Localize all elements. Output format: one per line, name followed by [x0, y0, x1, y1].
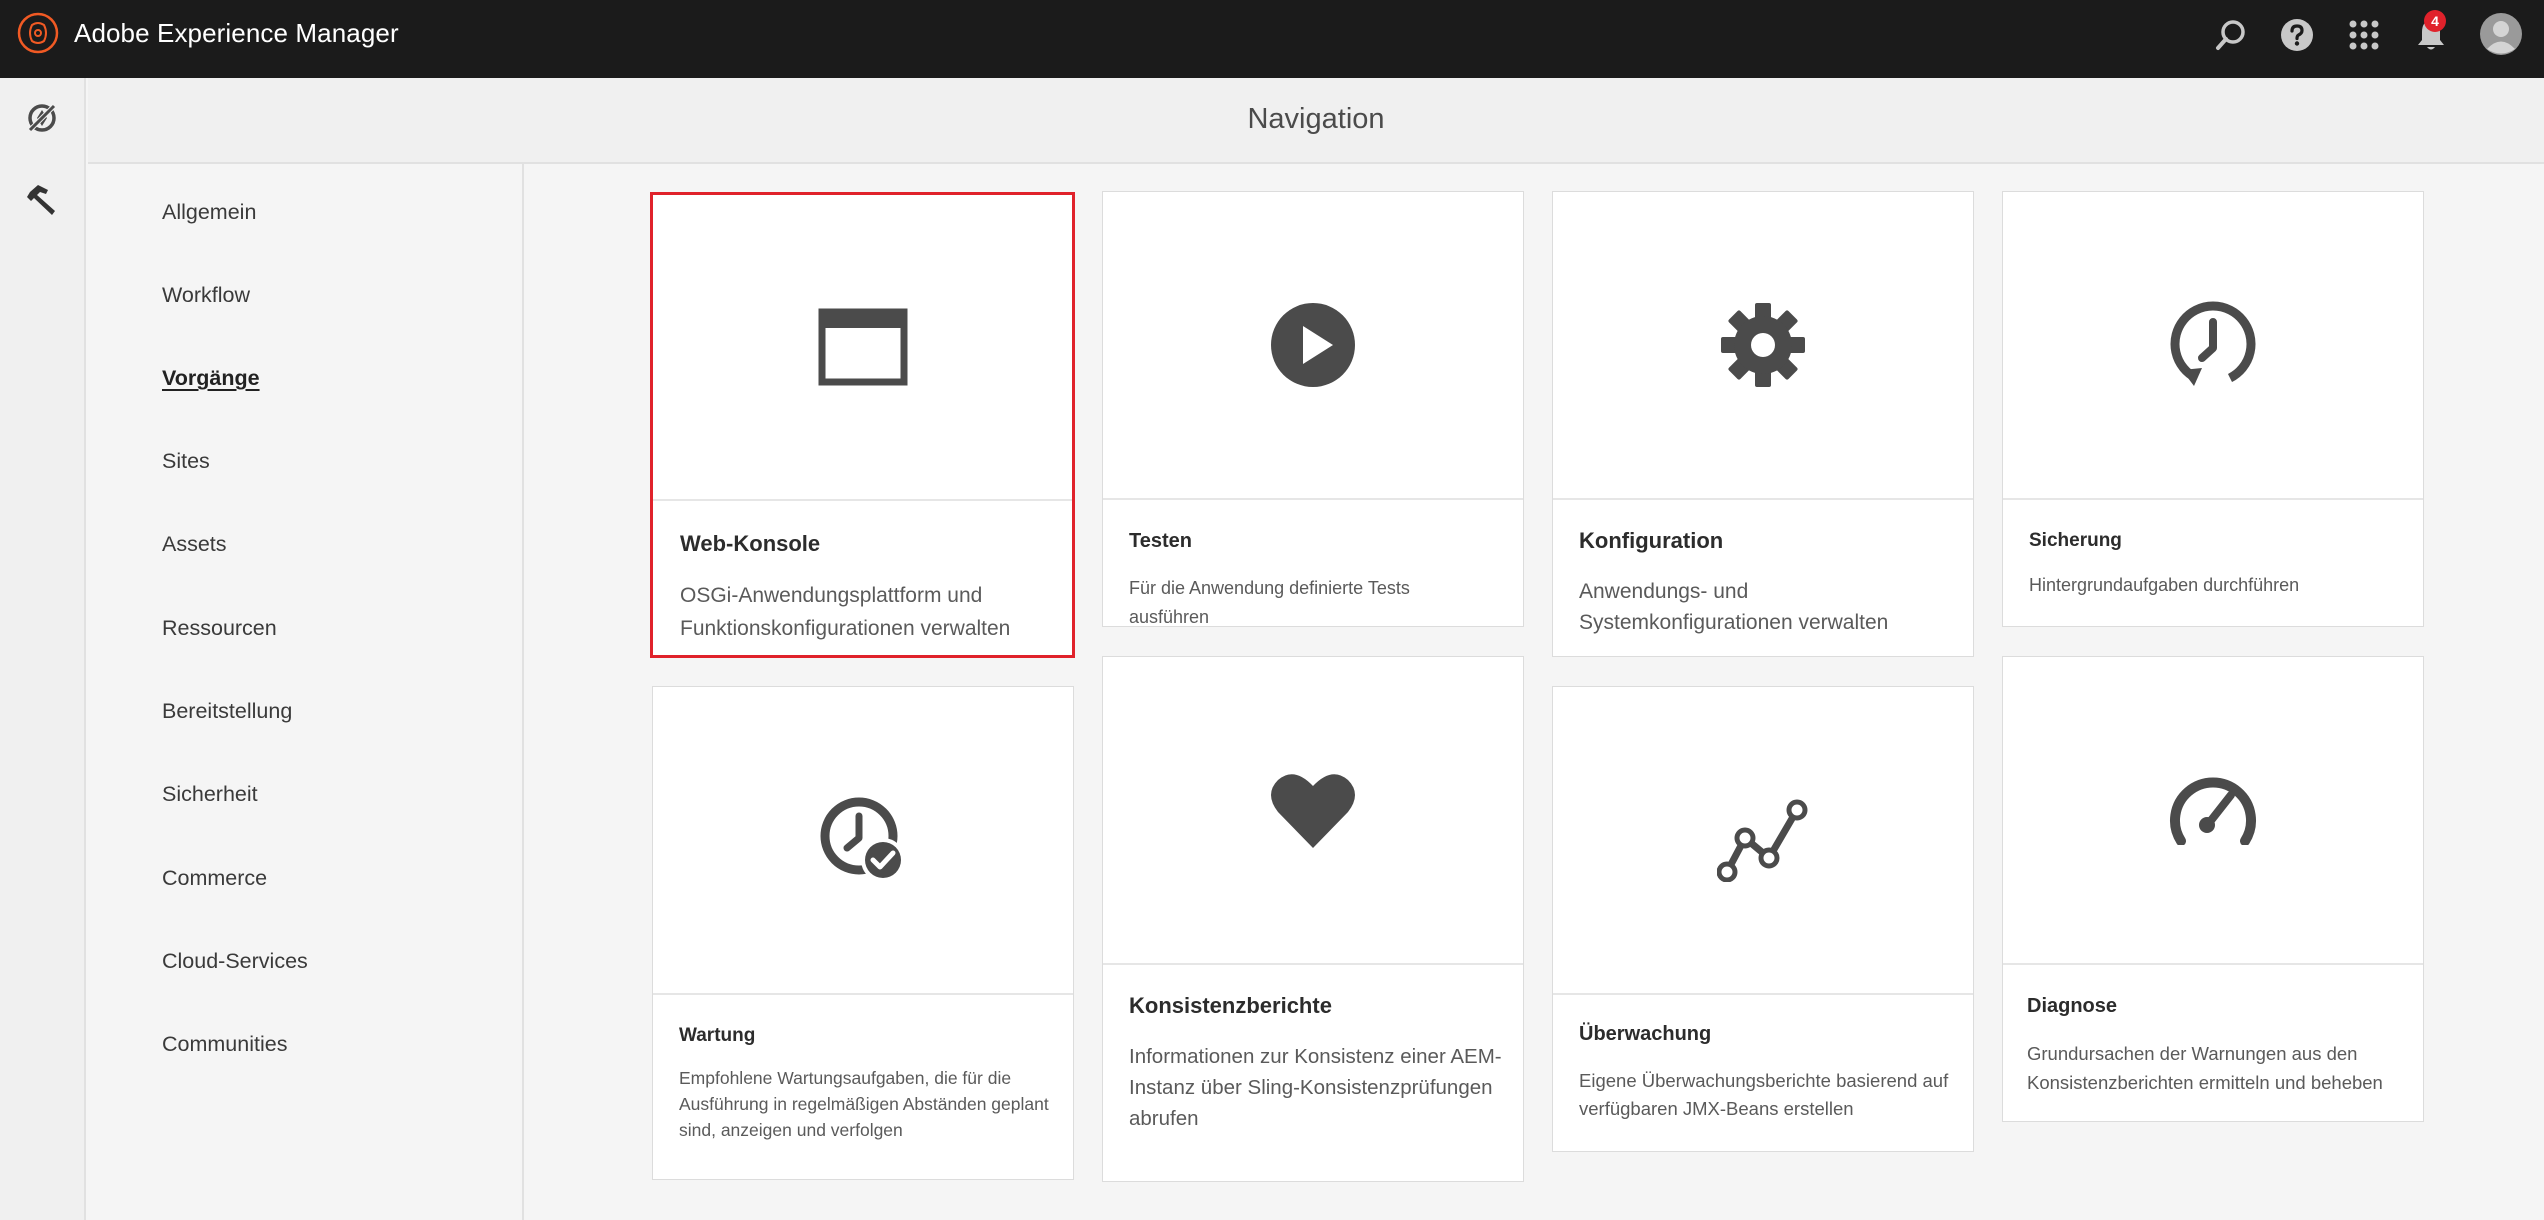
left-rail [0, 78, 86, 1220]
solutions-grid-icon[interactable] [2341, 12, 2387, 58]
card-konfiguration[interactable]: Konfiguration Anwendungs- und Systemkonf… [1552, 191, 1974, 657]
tools-hammer-icon[interactable] [18, 176, 66, 224]
card-description: OSGi-Anwendungsplattform und Funktionsko… [680, 584, 1011, 640]
maintenance-clock-check-icon [817, 794, 909, 886]
speedometer-icon [2169, 775, 2257, 845]
card-title: Überwachung [1579, 1023, 1712, 1045]
card-thumbnail [653, 687, 1073, 995]
card-thumbnail [1553, 687, 1973, 995]
search-icon[interactable] [2208, 12, 2254, 58]
app-title: Adobe Experience Manager [74, 18, 399, 48]
user-avatar-icon[interactable] [2477, 10, 2525, 58]
card-wartung[interactable]: Wartung Empfohlene Wartungsaufgaben, die… [652, 686, 1074, 1180]
card-thumbnail [1103, 192, 1523, 500]
card-title: Sicherung [2029, 530, 2122, 551]
card-ueberwachung[interactable]: Überwachung Eigene Überwachungsberichte … [1552, 686, 1974, 1152]
category-vorgaenge[interactable]: Vorgänge [162, 366, 260, 391]
card-title: Web-Konsole [680, 531, 821, 556]
category-ressourcen[interactable]: Ressourcen [162, 616, 277, 641]
card-description: Informationen zur Konsistenz einer AEM-I… [1129, 1045, 1502, 1130]
category-workflow[interactable]: Workflow [162, 283, 250, 308]
card-description: Hintergrundaufgaben durchführen [2029, 575, 2300, 595]
window-icon [818, 308, 908, 386]
card-title: Konsistenzberichte [1129, 993, 1332, 1018]
card-description: Für die Anwendung definierte Tests ausfü… [1129, 578, 1410, 627]
card-web-konsole[interactable]: Web-Konsole OSGi-Anwendungsplattform und… [650, 192, 1075, 658]
top-bar: Adobe Experience Manager 4 [0, 0, 2544, 78]
card-title: Konfiguration [1579, 528, 1724, 553]
card-title: Wartung [679, 1025, 756, 1046]
card-description: Eigene Überwachungsberichte basierend au… [1579, 1070, 1949, 1119]
card-description: Grundursachen der Warnungen aus den Kons… [2027, 1043, 2383, 1093]
card-description: Empfohlene Wartungsaufgaben, die für die… [679, 1068, 1049, 1140]
notification-count-badge: 4 [2424, 10, 2446, 32]
heart-icon [1270, 770, 1356, 850]
card-testen[interactable]: Testen Für die Anwendung definierte Test… [1102, 191, 1524, 627]
card-sicherung[interactable]: Sicherung Hintergrundaufgaben durchführe… [2002, 191, 2424, 627]
navigation-icon[interactable] [18, 94, 66, 142]
gear-icon [1718, 300, 1808, 390]
help-icon[interactable] [2274, 12, 2320, 58]
play-icon [1269, 301, 1357, 389]
card-konsistenzberichte[interactable]: Konsistenzberichte Informationen zur Kon… [1102, 656, 1524, 1182]
category-allgemein[interactable]: Allgemein [162, 200, 256, 225]
category-commerce[interactable]: Commerce [162, 866, 267, 891]
category-communities[interactable]: Communities [162, 1032, 287, 1057]
category-sicherheit[interactable]: Sicherheit [162, 782, 258, 807]
card-title: Testen [1129, 530, 1192, 552]
card-thumbnail [653, 195, 1072, 501]
aem-logo-icon[interactable] [16, 11, 60, 55]
backup-clock-icon [2168, 300, 2258, 390]
card-thumbnail [2003, 657, 2423, 965]
page-header: Navigation [88, 78, 2544, 164]
page-title: Navigation [1247, 103, 1385, 135]
card-thumbnail [2003, 192, 2423, 500]
card-title: Diagnose [2027, 995, 2118, 1017]
card-thumbnail [1103, 657, 1523, 965]
category-navigation: Allgemein Workflow Vorgänge Sites Assets… [88, 164, 524, 1220]
category-bereitstellung[interactable]: Bereitstellung [162, 699, 292, 724]
card-description: Anwendungs- und Systemkonfigurationen ve… [1579, 580, 1889, 634]
category-cloud-services[interactable]: Cloud-Services [162, 949, 308, 974]
line-graph-icon [1717, 798, 1809, 882]
category-assets[interactable]: Assets [162, 532, 227, 557]
category-sites[interactable]: Sites [162, 449, 210, 474]
card-thumbnail [1553, 192, 1973, 500]
card-diagnose[interactable]: Diagnose Grundursachen der Warnungen aus… [2002, 656, 2424, 1122]
